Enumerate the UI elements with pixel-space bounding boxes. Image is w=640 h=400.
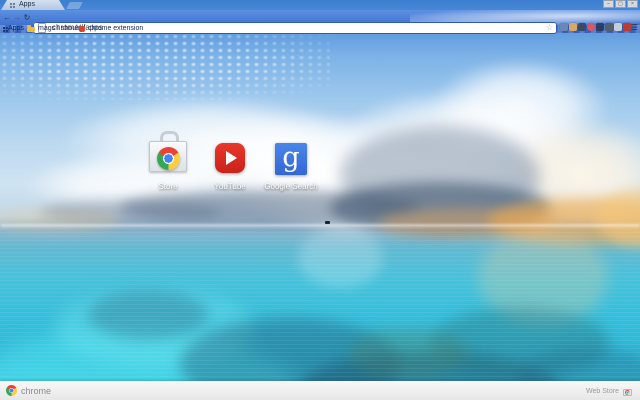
bookmark-chrome-extension[interactable]: chrome extension <box>79 25 143 33</box>
maximize-button[interactable]: ▢ <box>615 0 626 8</box>
new-tab-button[interactable] <box>66 2 83 9</box>
tab-apps[interactable]: Apps <box>1 0 65 10</box>
browser-window: Apps – ▢ × ← → ↻ chrome://apps ☆ ☰ Apps … <box>0 0 640 400</box>
youtube-icon <box>215 143 245 173</box>
chrome-logo-icon <box>6 385 17 396</box>
minimize-button[interactable]: – <box>603 0 614 8</box>
chrome-label: chrome <box>21 385 52 396</box>
web-store-label: Web Store <box>586 388 619 395</box>
back-button[interactable]: ← <box>2 10 12 25</box>
chrome-launcher[interactable]: chrome <box>6 385 51 396</box>
water-ripples <box>0 228 640 400</box>
web-store-shortcut[interactable]: Web Store <box>586 387 632 396</box>
shelf: chrome Web Store <box>0 381 640 400</box>
apps-grid-icon <box>10 2 12 5</box>
boat <box>325 221 330 224</box>
extension-icon-4[interactable] <box>587 23 595 31</box>
menu-button[interactable]: ☰ <box>630 20 639 35</box>
app-label: Google Search <box>264 182 318 191</box>
speckled-clouds <box>0 26 330 100</box>
toolbar: ← → ↻ chrome://apps ☆ ☰ <box>0 10 640 34</box>
extension-icon-1[interactable] <box>560 23 568 31</box>
chrome-ball-icon <box>157 147 180 170</box>
close-button[interactable]: × <box>627 0 638 8</box>
folder-icon <box>27 24 35 32</box>
horizon-line <box>0 224 640 227</box>
bookmark-star-icon[interactable]: ☆ <box>546 22 553 34</box>
tab-strip: Apps – ▢ × <box>0 0 640 10</box>
window-controls: – ▢ × <box>603 0 638 8</box>
extension-icons-row <box>560 23 631 31</box>
extension-icon-6[interactable] <box>605 23 613 31</box>
google-search-icon: g <box>275 143 307 175</box>
extension-icon-7[interactable] <box>614 23 622 31</box>
forward-button[interactable]: → <box>12 10 22 25</box>
extension-icon-3[interactable] <box>578 23 586 31</box>
bookmark-apps[interactable]: Apps <box>3 25 24 33</box>
bookmark-label: chrome extension <box>88 25 144 32</box>
bookmark-label: Apps <box>8 25 24 32</box>
tab-title: Apps <box>19 1 35 8</box>
bookmark-folder[interactable]: mags I should l <box>27 24 85 33</box>
web-store-icon <box>149 131 187 173</box>
wallpaper <box>0 0 640 400</box>
extension-icon-5[interactable] <box>596 23 604 31</box>
reload-button[interactable]: ↻ <box>22 10 32 25</box>
chrome-ball-icon <box>625 390 630 395</box>
extension-icon-2[interactable] <box>569 23 577 31</box>
app-google-search[interactable]: g Google Search <box>251 131 331 192</box>
web-store-mini-icon <box>623 387 632 396</box>
apps-grid-icon <box>3 26 5 29</box>
extension-icon <box>79 26 85 32</box>
